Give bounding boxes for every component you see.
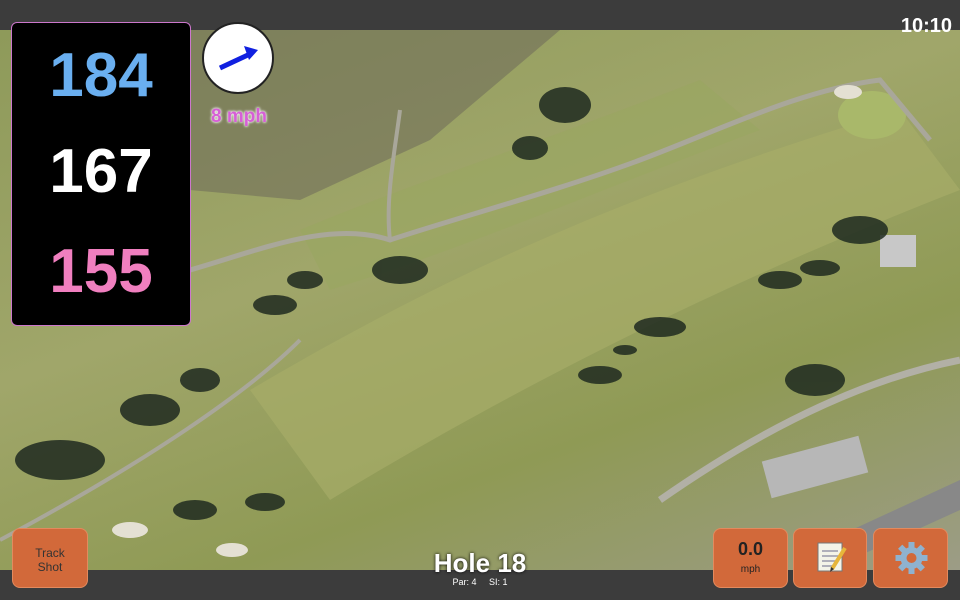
distance-panel: 184 167 155 [11,22,191,326]
middle-distance: 167 [49,137,153,206]
track-shot-label-line1: Track [35,546,65,560]
arrow-icon [218,46,258,71]
speed-value: 0.0 [737,539,764,559]
hole-title: Hole 18 [433,548,527,578]
stroke-index-label: SI: 1 [489,577,508,587]
back-distance: 184 [49,41,153,110]
speed-unit: mph [740,564,761,575]
track-shot-label-line2: Shot [37,560,63,574]
speed-button[interactable]: 0.0 mph [713,528,788,588]
par-label: Par: 4 [452,577,477,587]
settings-button[interactable] [873,528,948,588]
wind-speed-label: 8 mph [211,106,267,127]
gear-icon [895,542,928,574]
notes-button[interactable] [793,528,867,588]
wind-direction-dial [202,22,274,94]
front-distance: 155 [49,237,153,306]
hole-info: Par: 4 SI: 1 [380,577,580,587]
clock: 10:10 [900,15,952,37]
notepad-icon [817,542,847,572]
track-shot-button[interactable]: Track Shot [12,528,88,588]
